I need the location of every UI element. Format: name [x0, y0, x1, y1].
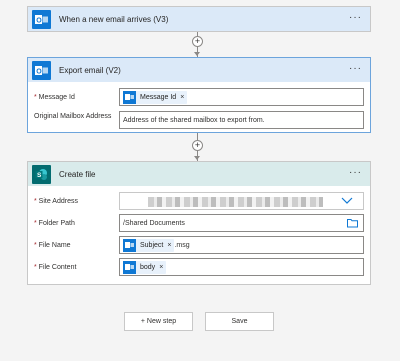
file-content-label: * File Content: [34, 264, 77, 271]
chevron-down-icon[interactable]: [341, 197, 353, 207]
more-options-icon[interactable]: ···: [349, 168, 362, 178]
export-email-header[interactable]: O Export email (V2) ···: [28, 58, 370, 82]
file-content-field[interactable]: body ×: [119, 258, 364, 276]
outlook-icon: O: [32, 9, 51, 29]
new-step-button[interactable]: + New step: [124, 312, 193, 331]
folder-path-value: /Shared Documents: [123, 219, 185, 227]
folder-icon[interactable]: [347, 218, 358, 230]
connector-arrow: [194, 156, 200, 160]
more-options-icon[interactable]: ···: [349, 13, 362, 23]
body-token[interactable]: body ×: [123, 260, 167, 274]
svg-text:O: O: [36, 68, 42, 75]
message-id-label: * Message Id: [34, 94, 75, 101]
message-id-token[interactable]: Message Id ×: [123, 90, 188, 104]
trigger-card[interactable]: O When a new email arrives (V3) ···: [27, 6, 371, 32]
site-address-label: * Site Address: [34, 198, 78, 205]
token-label: Subject: [140, 241, 164, 249]
outlook-icon: [123, 260, 136, 274]
outlook-icon: [123, 90, 136, 104]
svg-text:O: O: [36, 17, 42, 24]
connector-arrow: [194, 52, 200, 56]
mailbox-address-label: Original Mailbox Address: [34, 113, 112, 120]
message-id-row: * Message Id Message Id ×: [34, 88, 364, 106]
trigger-title: When a new email arrives (V3): [59, 14, 169, 24]
insert-step-button[interactable]: +: [192, 36, 203, 47]
create-file-title: Create file: [59, 169, 96, 179]
remove-token-icon[interactable]: ×: [167, 242, 171, 249]
create-file-header[interactable]: S Create file ···: [28, 162, 370, 186]
plus-icon: +: [194, 140, 201, 150]
remove-token-icon[interactable]: ×: [180, 94, 184, 101]
outlook-icon: O: [32, 60, 51, 80]
mailbox-address-field[interactable]: Address of the shared mailbox to export …: [119, 111, 364, 129]
sharepoint-icon: S: [32, 164, 51, 184]
insert-step-button[interactable]: +: [192, 140, 203, 151]
remove-token-icon[interactable]: ×: [159, 264, 163, 271]
folder-path-label: * Folder Path: [34, 220, 75, 227]
svg-text:S: S: [37, 172, 42, 179]
subject-token[interactable]: Subject ×: [123, 238, 175, 252]
site-address-row: * Site Address: [34, 192, 364, 210]
file-name-field[interactable]: Subject × .msg: [119, 236, 364, 254]
plus-icon: +: [194, 36, 201, 46]
mailbox-address-placeholder: Address of the shared mailbox to export …: [123, 116, 265, 124]
more-options-icon[interactable]: ···: [349, 64, 362, 74]
mailbox-address-row: Original Mailbox Address Address of the …: [34, 111, 364, 129]
folder-path-field[interactable]: /Shared Documents: [119, 214, 364, 232]
trigger-header[interactable]: O When a new email arrives (V3) ···: [28, 7, 370, 31]
redacted-value: [148, 197, 323, 207]
file-extension-text: .msg: [174, 241, 190, 249]
file-name-label: * File Name: [34, 242, 71, 249]
create-file-card[interactable]: S Create file ··· * Site Address * Folde…: [27, 161, 371, 285]
token-label: Message Id: [140, 93, 177, 101]
file-name-row: * File Name Subject × .msg: [34, 236, 364, 254]
message-id-field[interactable]: Message Id ×: [119, 88, 364, 106]
export-email-title: Export email (V2): [59, 65, 121, 75]
file-content-row: * File Content body ×: [34, 258, 364, 276]
outlook-icon: [123, 238, 136, 252]
token-label: body: [140, 263, 156, 271]
save-button[interactable]: Save: [205, 312, 274, 331]
folder-path-row: * Folder Path /Shared Documents: [34, 214, 364, 232]
export-email-card[interactable]: O Export email (V2) ··· * Message Id Mes…: [27, 57, 371, 133]
site-address-dropdown[interactable]: [119, 192, 364, 210]
